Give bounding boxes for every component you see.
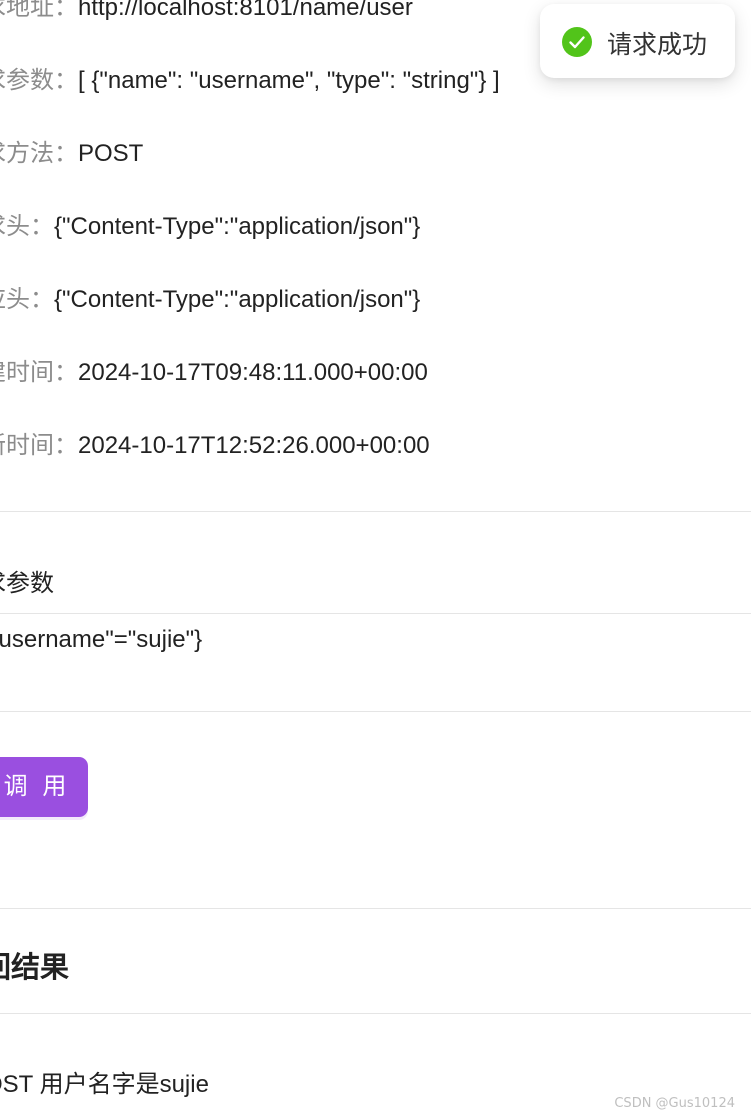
divider xyxy=(0,613,751,614)
created-time-value: 2024-10-17T09:48:11.000+00:00 xyxy=(78,359,428,386)
request-params-row: 求参数：[ {"name": "username", "type": "stri… xyxy=(0,64,500,98)
request-method-row: 求方法：POST xyxy=(0,137,143,171)
request-params-value: [ {"name": "username", "type": "string"}… xyxy=(78,67,500,94)
response-header-row: 应头：{"Content-Type":"application/json"} xyxy=(0,283,420,317)
divider xyxy=(0,908,751,909)
request-params-label: 求参数： xyxy=(0,67,78,94)
request-params-title: 求参数 xyxy=(0,570,54,597)
request-params-input[interactable]: "username"="sujie"} xyxy=(0,626,202,654)
request-method-label: 求方法： xyxy=(0,140,78,167)
watermark: CSDN @Gus10124 xyxy=(614,1096,735,1111)
request-method-value: POST xyxy=(78,140,144,167)
success-toast: 请求成功 xyxy=(540,4,735,78)
request-url-value: http://localhost:8101/name/user xyxy=(78,0,413,21)
updated-time-row: 新时间：2024-10-17T12:52:26.000+00:00 xyxy=(0,429,430,463)
toast-message: 请求成功 xyxy=(607,31,708,59)
updated-time-label: 新时间： xyxy=(0,432,78,459)
invoke-button[interactable]: 调 用 xyxy=(0,757,88,817)
request-header-label: 求头： xyxy=(0,213,54,240)
request-header-row: 求头：{"Content-Type":"application/json"} xyxy=(0,210,420,244)
divider xyxy=(0,511,751,512)
response-header-value: {"Content-Type":"application/json"} xyxy=(54,286,421,313)
created-time-row: 建时间：2024-10-17T09:48:11.000+00:00 xyxy=(0,356,428,390)
request-url-label: 求地址： xyxy=(0,0,78,21)
updated-time-value: 2024-10-17T12:52:26.000+00:00 xyxy=(78,432,430,459)
request-header-value: {"Content-Type":"application/json"} xyxy=(54,213,421,240)
response-header-label: 应头： xyxy=(0,286,54,313)
divider xyxy=(0,1013,751,1014)
request-url-row: 求地址：http://localhost:8101/name/user xyxy=(0,0,413,25)
result-title: 回结果 xyxy=(0,952,70,984)
divider xyxy=(0,711,751,712)
check-circle-icon xyxy=(562,27,592,57)
result-value: OST 用户名字是sujie xyxy=(0,1071,209,1098)
created-time-label: 建时间： xyxy=(0,359,78,386)
